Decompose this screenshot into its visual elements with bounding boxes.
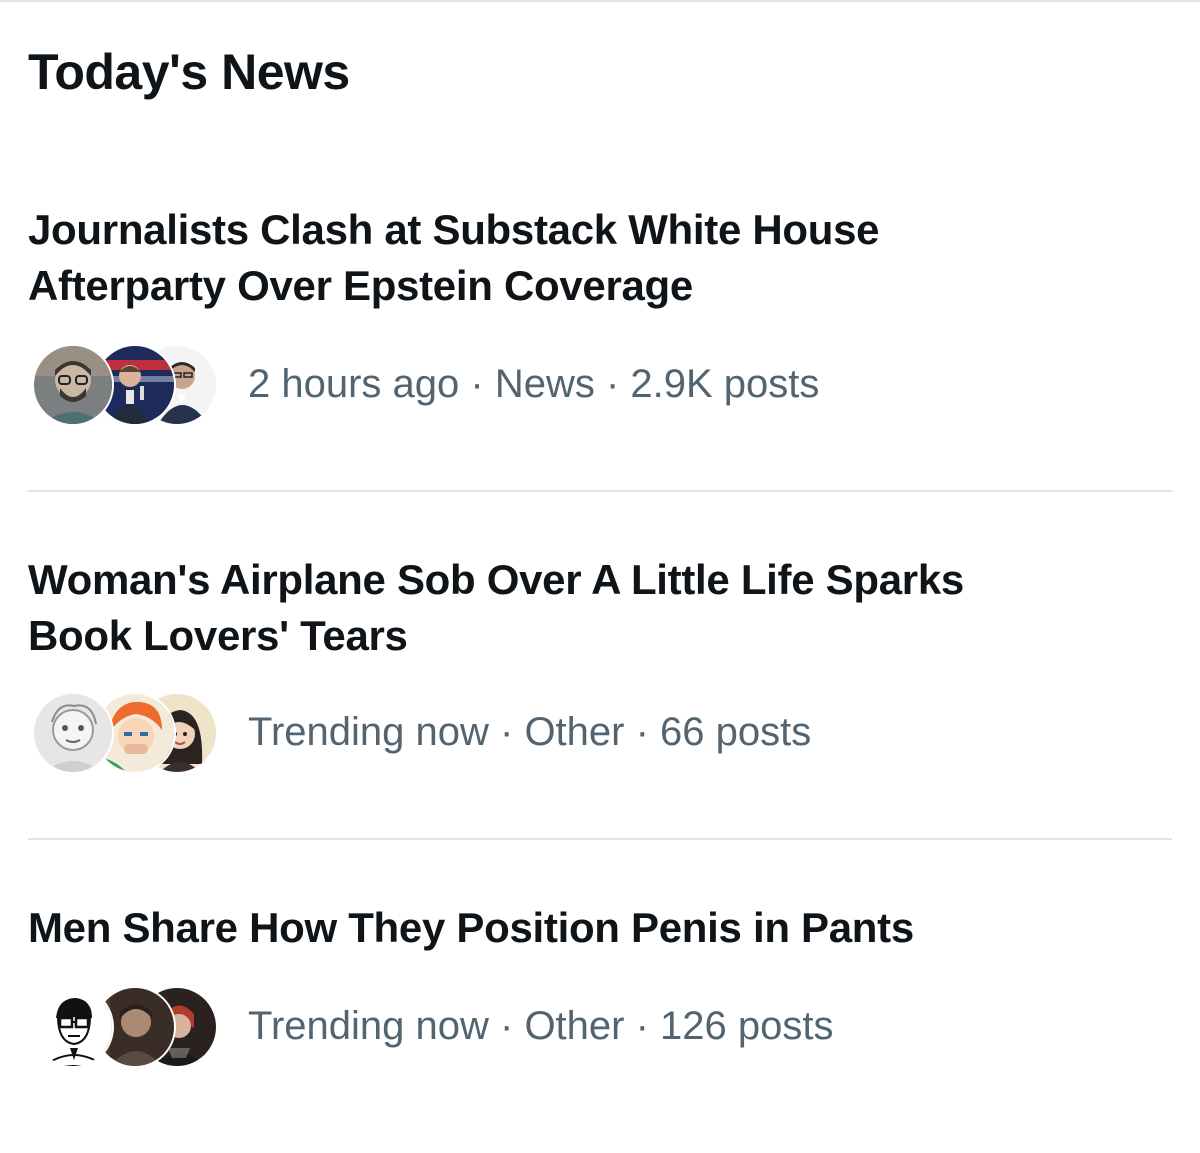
news-meta: 2 hours ago · News · 2.9K posts xyxy=(248,360,819,408)
news-meta-row: 2 hours ago · News · 2.9K posts xyxy=(28,344,1172,426)
avatar-icon[interactable] xyxy=(32,986,114,1068)
meta-separator: · xyxy=(594,362,631,406)
headline-line-2: Afterparty Over Epstein Coverage xyxy=(28,262,693,309)
news-meta: Trending now · Other · 126 posts xyxy=(248,1002,834,1050)
news-category: News xyxy=(494,362,595,406)
news-headline[interactable]: Journalists Clash at Substack White Hous… xyxy=(28,202,1172,314)
avatar-icon[interactable] xyxy=(32,692,114,774)
meta-separator: · xyxy=(624,1004,661,1048)
news-headline[interactable]: Woman's Airplane Sob Over A Little Life … xyxy=(28,552,1172,664)
news-headline[interactable]: Men Share How They Position Penis in Pan… xyxy=(28,900,1172,956)
news-category: Other xyxy=(524,710,625,754)
meta-separator: · xyxy=(459,362,495,406)
news-time: Trending now xyxy=(248,710,489,754)
meta-separator: · xyxy=(488,710,525,754)
headline-line-1: Woman's Airplane Sob Over A Little Life … xyxy=(28,556,964,603)
divider xyxy=(28,838,1172,840)
news-time: Trending now xyxy=(248,1004,489,1048)
top-border xyxy=(0,0,1200,2)
headline-line-1: Journalists Clash at Substack White Hous… xyxy=(28,206,880,253)
news-time: 2 hours ago xyxy=(248,362,460,406)
news-post-count: 66 posts xyxy=(660,710,812,754)
news-category: Other xyxy=(524,1004,625,1048)
avatar-group xyxy=(28,692,220,774)
headline-line-2: Book Lovers' Tears xyxy=(28,612,408,659)
headline-line-1: Men Share How They Position Penis in Pan… xyxy=(28,904,914,951)
divider xyxy=(28,490,1172,492)
avatar-icon[interactable] xyxy=(32,344,114,426)
avatar-group xyxy=(28,344,220,426)
news-item-men-share[interactable]: Men Share How They Position Penis in Pan… xyxy=(28,900,1172,1068)
meta-separator: · xyxy=(624,710,661,754)
page-title: Today's News xyxy=(28,44,350,100)
news-item-journalists-clash[interactable]: Journalists Clash at Substack White Hous… xyxy=(28,202,1172,426)
news-post-count: 2.9K posts xyxy=(630,362,820,406)
news-meta-row: Trending now · Other · 126 posts xyxy=(28,986,1172,1068)
avatar-group xyxy=(28,986,220,1068)
news-meta: Trending now · Other · 66 posts xyxy=(248,708,811,756)
meta-separator: · xyxy=(488,1004,525,1048)
news-item-airplane-sob[interactable]: Woman's Airplane Sob Over A Little Life … xyxy=(28,552,1172,774)
news-post-count: 126 posts xyxy=(660,1004,834,1048)
news-meta-row: Trending now · Other · 66 posts xyxy=(28,692,1172,774)
